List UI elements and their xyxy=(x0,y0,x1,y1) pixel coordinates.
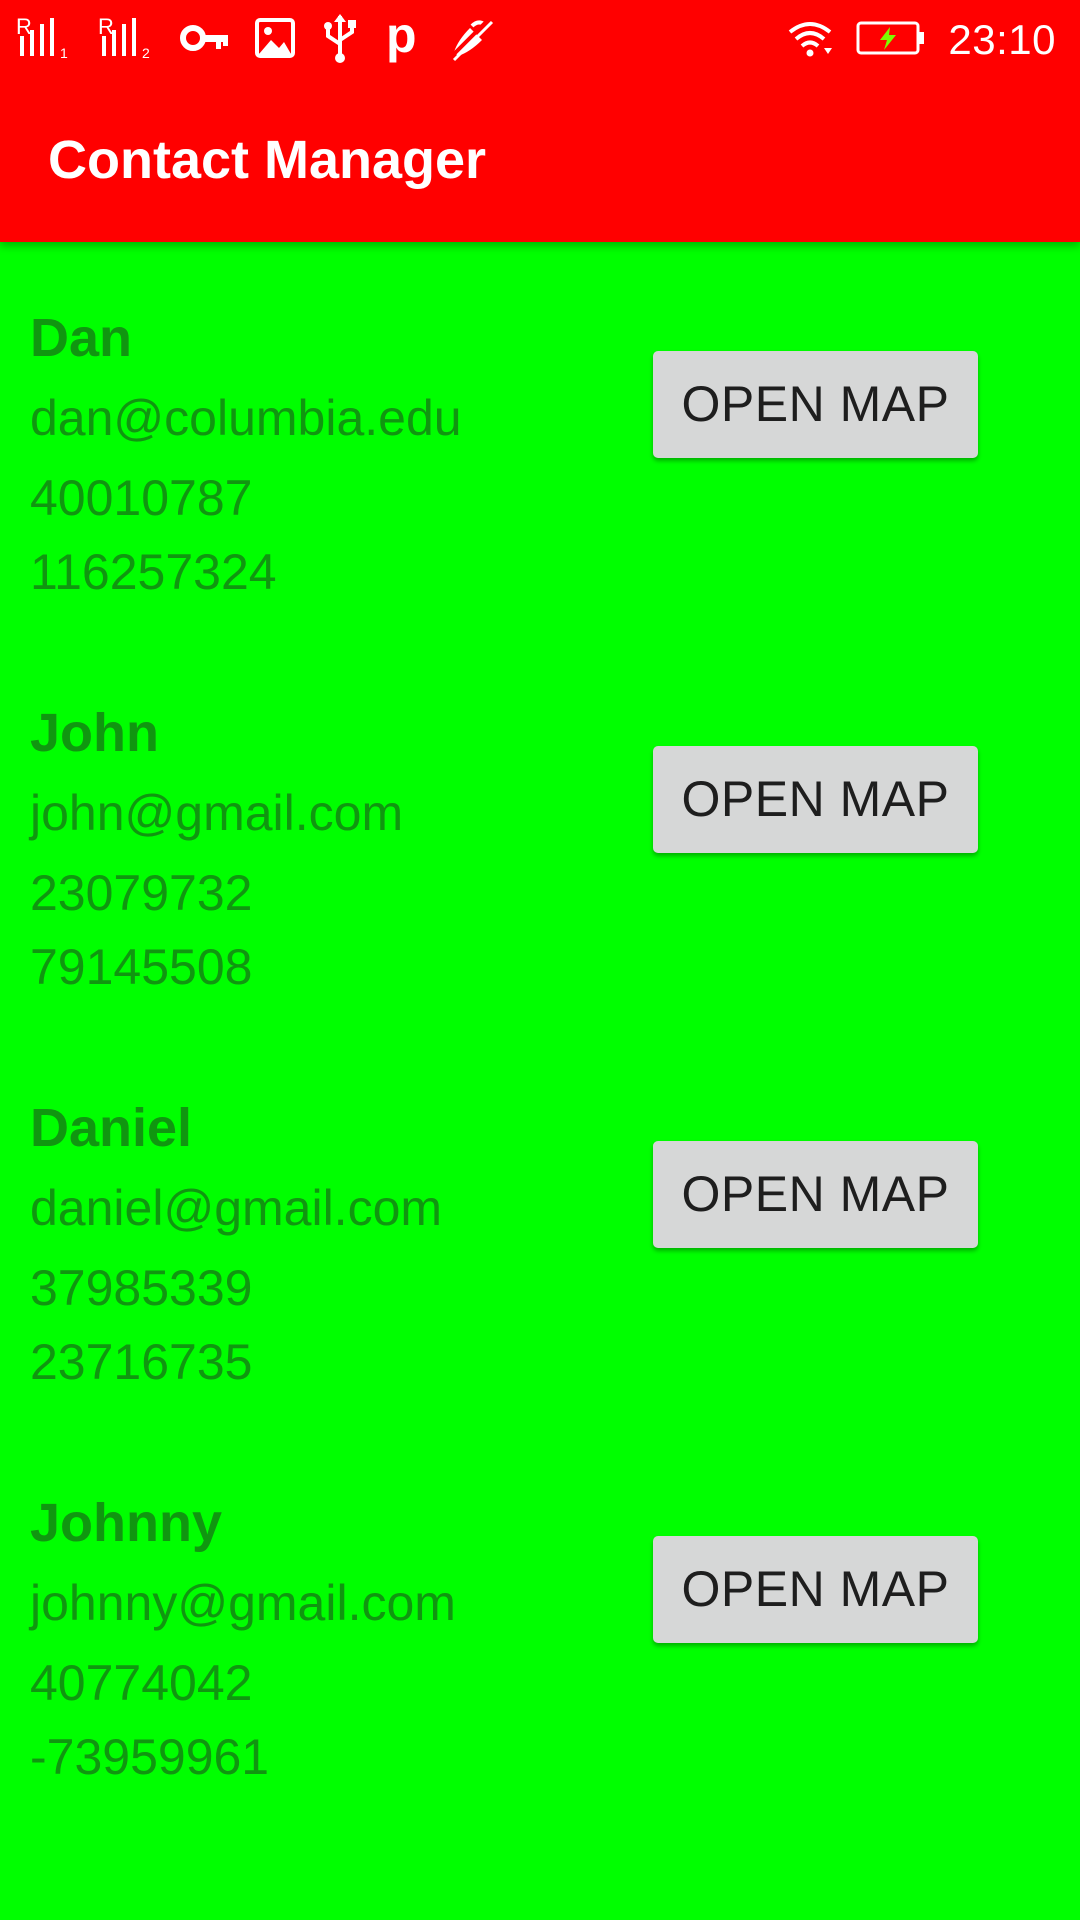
mute-icon xyxy=(444,12,496,69)
app-header: R 1 R 2 p 23:10 Contact Manager xyxy=(0,0,1080,242)
signal-1-sub: 1 xyxy=(60,45,68,61)
open-map-button[interactable]: OPEN MAP xyxy=(653,1536,978,1643)
battery-charging-icon xyxy=(856,20,926,61)
contact-latitude: 37985339 xyxy=(30,1260,253,1316)
contact-longitude: 79145508 xyxy=(30,939,253,995)
parking-icon: p xyxy=(384,7,420,69)
contact-email: john@gmail.com xyxy=(30,785,404,841)
image-icon xyxy=(254,12,296,69)
contact-item: John john@gmail.com 23079732 79145508 OP… xyxy=(0,637,1080,1032)
contact-email: dan@columbia.edu xyxy=(30,390,462,446)
contact-latitude: 40774042 xyxy=(30,1655,253,1711)
contact-list: Dan dan@columbia.edu 40010787 116257324 … xyxy=(0,242,1080,1822)
contact-email: johnny@gmail.com xyxy=(30,1575,456,1631)
contact-name: Daniel xyxy=(30,1098,193,1158)
wifi-icon xyxy=(786,18,834,63)
signal-2-sub: 2 xyxy=(142,45,150,61)
contact-latitude: 23079732 xyxy=(30,865,253,921)
contact-name: John xyxy=(30,703,159,763)
contact-item: Daniel daniel@gmail.com 37985339 2371673… xyxy=(0,1032,1080,1427)
app-title: Contact Manager xyxy=(48,130,487,190)
contact-email: daniel@gmail.com xyxy=(30,1180,443,1236)
status-bar: R 1 R 2 p 23:10 xyxy=(0,0,1080,78)
contact-item: Johnny johnny@gmail.com 40774042 -739599… xyxy=(0,1427,1080,1822)
status-icons-right: 23:10 xyxy=(786,14,1056,66)
contact-name: Johnny xyxy=(30,1493,223,1553)
signal-2-letter: R xyxy=(98,14,114,39)
contact-item: Dan dan@columbia.edu 40010787 116257324 … xyxy=(0,242,1080,637)
contact-latitude: 40010787 xyxy=(30,470,253,526)
open-map-button[interactable]: OPEN MAP xyxy=(653,746,978,853)
open-map-button[interactable]: OPEN MAP xyxy=(653,351,978,458)
usb-icon xyxy=(320,12,360,69)
vpn-key-icon xyxy=(180,12,230,69)
contact-name: Dan xyxy=(30,308,133,368)
parking-letter: p xyxy=(386,12,417,63)
contact-longitude: 23716735 xyxy=(30,1334,253,1390)
signal-1-icon: R 1 xyxy=(16,12,74,69)
signal-1-letter: R xyxy=(16,14,32,39)
contact-longitude: 116257324 xyxy=(30,544,277,600)
contact-longitude: -73959961 xyxy=(30,1729,270,1785)
open-map-button[interactable]: OPEN MAP xyxy=(653,1141,978,1248)
status-time: 23:10 xyxy=(948,16,1056,63)
signal-2-icon: R 2 xyxy=(98,12,156,69)
status-icons-left: R 1 R 2 p xyxy=(16,7,520,69)
